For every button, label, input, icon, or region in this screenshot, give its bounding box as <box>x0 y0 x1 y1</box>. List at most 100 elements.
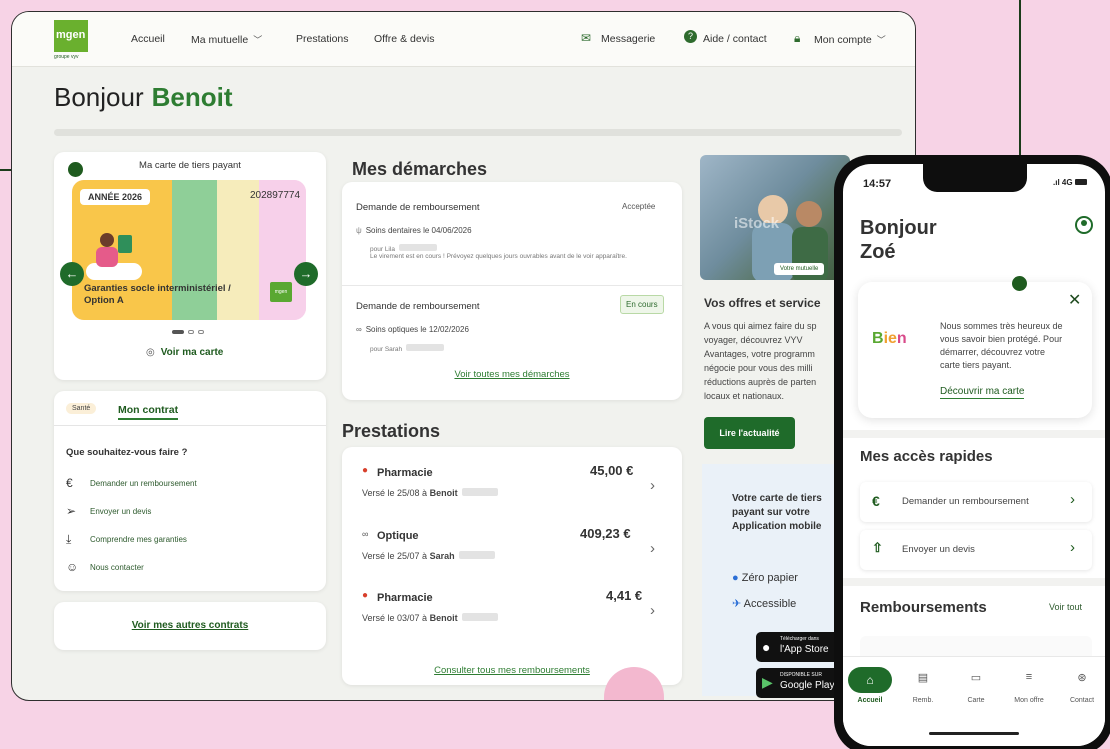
tab-mon-contrat[interactable]: Mon contrat <box>118 404 179 420</box>
demarche-1-note: Le virement est en cours ! Prévoyez quel… <box>370 253 627 260</box>
tooth-icon: ψ <box>356 226 362 235</box>
phone-greeting: Bonjour Zoé <box>860 217 937 263</box>
prestation-row-2[interactable]: ∞ Optique 409,23 € › Versé le 25/07 à Sa… <box>362 526 672 576</box>
offers-title: Vos offres et service <box>704 296 821 310</box>
app-store-badge[interactable]: ● Télécharger dans l'App Store <box>756 632 846 662</box>
prestation-3-date: Versé le 03/07 à Benoit <box>362 613 498 623</box>
sante-badge: Santé <box>66 403 97 414</box>
discover-card-link[interactable]: Découvrir ma carte <box>940 386 1025 399</box>
home-icon[interactable]: ⌂ <box>848 667 892 693</box>
tab-remb[interactable]: Remb. <box>901 697 945 704</box>
action-envoyer-devis[interactable]: ➢ Envoyer un devis <box>66 497 197 525</box>
home-indicator <box>929 732 1019 735</box>
logo-subtitle: groupe vyv <box>54 54 79 60</box>
quick-demander-remboursement[interactable]: € Demander un remboursement › <box>860 482 1092 522</box>
upload-icon: ⇧ <box>872 540 883 555</box>
demarche-2-status: En cours <box>620 295 664 314</box>
chat-icon: ☺ <box>66 560 79 574</box>
tiers-card[interactable]: ANNÉE 2026 202897774 Garanties socle int… <box>72 180 306 320</box>
prestation-row-3[interactable]: ● Pharmacie 4,41 € › Versé le 03/07 à Be… <box>362 588 672 638</box>
glasses-icon: ∞ <box>362 529 369 539</box>
card-year: ANNÉE 2026 <box>80 189 151 205</box>
tab-mon-offre[interactable]: Mon offre <box>1007 697 1051 704</box>
all-demarches-link[interactable]: Voir toutes mes démarches <box>342 369 682 380</box>
prestations-panel: ● Pharmacie 45,00 € › Versé le 25/08 à B… <box>342 447 682 685</box>
tab-accueil[interactable]: Accueil <box>848 697 892 704</box>
nav-aide-contact[interactable]: Aide / contact <box>703 33 767 45</box>
chevron-down-icon: ﹀ <box>253 35 263 45</box>
prestation-1-name: Pharmacie <box>377 467 433 479</box>
phone-mockup: 14:57 .ıl 4G Bonjour Zoé ✕ Bien Nous somm… <box>834 155 1110 749</box>
notification-card: ✕ Bien Nous sommes très heureux de vous s… <box>858 282 1092 418</box>
play-icon: ▶ <box>762 674 773 690</box>
top-navigation: mgen groupe vyv Accueil Ma mutuelle ﹀ Pre… <box>12 12 915 67</box>
phone-time: 14:57 <box>863 178 892 190</box>
support-icon: ⊛ <box>1077 672 1087 684</box>
demarche-2-for: pour Sarah <box>370 338 445 356</box>
demarche-1-status: Acceptée <box>622 202 656 211</box>
chevron-right-icon: › <box>650 540 655 557</box>
bottom-tab-bar: ⌂ Accueil ▤ Remb. ▭ Carte ≡ Mon offre ⊛ … <box>843 656 1105 746</box>
see-all-link[interactable]: Voir tout <box>1049 602 1082 612</box>
demarche-1-detail: ψ Soins dentaires le 04/06/2026 <box>356 226 472 235</box>
globe-icon: ● <box>732 572 739 584</box>
prestation-1-date: Versé le 25/08 à Benoit <box>362 488 498 498</box>
card-prev-button[interactable]: ← <box>60 262 84 286</box>
tiers-panel-title: Ma carte de tiers payant <box>139 160 241 171</box>
other-contracts-link[interactable]: Voir mes autres contrats <box>54 620 326 631</box>
contract-divider <box>54 425 326 426</box>
google-play-badge[interactable]: ▶ DISPONIBLE SUR Google Play <box>756 668 846 698</box>
accessibility-icon: ✈ <box>732 598 742 610</box>
nav-prestations[interactable]: Prestations <box>296 33 349 45</box>
annotation-dot-right <box>1012 276 1027 291</box>
phone-separator <box>843 578 1105 586</box>
download-icon: ⤓ <box>66 531 72 546</box>
profile-icon[interactable] <box>1075 216 1093 234</box>
nav-accueil[interactable]: Accueil <box>131 33 165 45</box>
tab-carte[interactable]: Carte <box>954 697 998 704</box>
mgen-logo[interactable]: mgen <box>54 20 88 52</box>
nav-ma-mutuelle[interactable]: Ma mutuelle ﹀ <box>191 33 262 46</box>
card-next-button[interactable]: → <box>294 262 318 286</box>
greeting: Bonjour Benoit <box>54 82 233 112</box>
nav-messagerie[interactable]: Messagerie <box>601 33 655 45</box>
card-guarantee: Garanties socle interministériel / Optio… <box>84 283 231 306</box>
nav-offre-devis[interactable]: Offre & devis <box>374 33 435 45</box>
app-promo: Votre carte de tiers payant sur votre Appl… <box>702 464 852 698</box>
eye-icon: ◎ <box>146 347 155 358</box>
prestation-3-amount: 4,41 € <box>606 588 643 603</box>
chevron-right-icon: › <box>1070 539 1075 556</box>
desktop-window: mgen groupe vyv Accueil Ma mutuelle ﹀ Pre… <box>11 11 916 701</box>
feature-accessible: ✈ Accessible <box>732 598 797 610</box>
demarche-1-label[interactable]: Demande de remboursement <box>356 202 480 213</box>
apple-icon: ● <box>762 639 771 655</box>
phone-screen: 14:57 .ıl 4G Bonjour Zoé ✕ Bien Nous somm… <box>843 164 1105 746</box>
euro-icon: € <box>66 476 73 490</box>
phone-separator <box>843 430 1105 438</box>
close-icon[interactable]: ✕ <box>1068 290 1081 310</box>
card-number: 202897774 <box>250 190 301 201</box>
demarche-2-detail: ∞ Soins optiques le 12/02/2026 <box>356 325 469 334</box>
action-nous-contacter[interactable]: ☺ Nous contacter <box>66 553 197 581</box>
read-news-button[interactable]: Lire l'actualité <box>704 417 795 449</box>
demarches-title: Mes démarches <box>352 159 488 179</box>
action-demander-remboursement[interactable]: € Demander un remboursement <box>66 469 197 497</box>
nav-mon-compte[interactable]: Mon compte ﹀ <box>814 33 886 46</box>
quick-envoyer-devis[interactable]: ⇧ Envoyer un devis › <box>860 530 1092 570</box>
prestation-2-date: Versé le 25/07 à Sarah <box>362 551 495 561</box>
tab-contact[interactable]: Contact <box>1060 697 1104 704</box>
action-comprendre-garanties[interactable]: ⤓ Comprendre mes garanties <box>66 525 197 553</box>
card-mini-logo: mgen <box>270 282 292 302</box>
pill-icon: ● <box>362 590 369 601</box>
demarche-2-label[interactable]: Demande de remboursement <box>356 301 480 312</box>
annotation-dot-left <box>68 162 83 177</box>
euro-icon: € <box>872 493 880 509</box>
prestation-row-1[interactable]: ● Pharmacie 45,00 € › Versé le 25/08 à B… <box>362 463 672 513</box>
other-contracts-panel: Voir mes autres contrats <box>54 602 326 650</box>
send-icon: ➢ <box>66 504 77 518</box>
demarches-divider <box>342 285 682 286</box>
help-icon: ? <box>684 30 697 43</box>
divider-band <box>54 129 902 136</box>
view-card-link[interactable]: ◎ Voir ma carte <box>146 347 223 358</box>
mail-icon: ✉ <box>581 31 592 45</box>
